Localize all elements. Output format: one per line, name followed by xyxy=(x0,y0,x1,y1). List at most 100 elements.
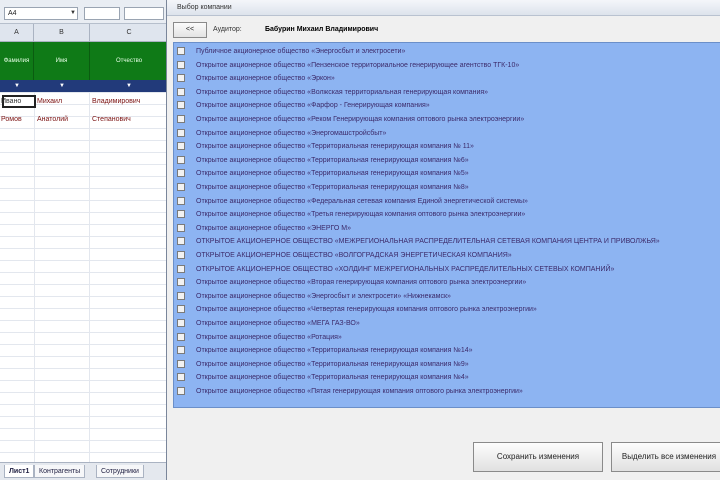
list-item[interactable]: Открытое акционерное общество «Территори… xyxy=(174,344,720,358)
checkbox[interactable] xyxy=(177,142,185,151)
company-name: Открытое акционерное общество «Реком Ген… xyxy=(196,116,525,123)
company-name: Открытое акционерное общество «Фарфор - … xyxy=(196,102,430,110)
formula-controls[interactable] xyxy=(84,7,120,20)
name-box-dropdown-icon[interactable]: ▼ xyxy=(68,7,78,20)
cell-b-row2[interactable]: Анатолий xyxy=(37,114,89,125)
name-box[interactable]: A4 xyxy=(4,7,78,20)
list-item[interactable]: Открытое акционерное общество «Эркон» xyxy=(174,72,720,86)
list-item[interactable]: Открытое акционерное общество «Ротация» xyxy=(174,331,720,345)
company-list[interactable]: Публичное акционерное общество «Энергосб… xyxy=(173,42,720,408)
list-item[interactable]: Открытое акционерное общество «ЭНЕРГО М» xyxy=(174,222,720,236)
company-selection-dialog: Выбор компании << Аудитор: Бабурин Михаи… xyxy=(166,0,720,480)
checkbox[interactable] xyxy=(177,332,185,341)
header-row: Фамилия Имя Отчество xyxy=(0,42,168,80)
list-item[interactable]: Открытое акционерное общество «Территори… xyxy=(174,358,720,372)
list-item[interactable]: Открытое акционерное общество «Волжская … xyxy=(174,86,720,100)
checkbox[interactable] xyxy=(177,101,185,110)
company-name: Открытое акционерное общество «Ротация» xyxy=(196,333,342,341)
checkbox[interactable] xyxy=(177,387,185,395)
checkbox[interactable] xyxy=(177,264,185,273)
filter-dropdown-icon[interactable]: ▼ xyxy=(0,80,34,92)
list-item[interactable]: Открытое акционерное общество «Территори… xyxy=(174,140,720,154)
list-item[interactable]: Открытое акционерное общество «Энергосбы… xyxy=(174,290,720,304)
checkbox[interactable] xyxy=(177,319,185,327)
company-name: Открытое акционерное общество «Территори… xyxy=(196,156,469,164)
company-name: Публичное акционерное общество «Энергосб… xyxy=(196,48,406,55)
checkbox[interactable] xyxy=(177,278,185,287)
list-item[interactable]: Открытое акционерное общество «Федеральн… xyxy=(174,195,720,209)
formula-bar: A4 ▼ xyxy=(0,0,168,24)
list-item[interactable]: Открытое акционерное общество «Третья ге… xyxy=(174,208,720,222)
list-item[interactable]: Публичное акционерное общество «Энергосб… xyxy=(174,45,720,59)
filter-dropdown-icon[interactable]: ▼ xyxy=(90,80,168,92)
checkbox[interactable] xyxy=(177,128,185,137)
cell-c-row1[interactable]: Владимирович xyxy=(92,96,166,107)
dialog-title-bar[interactable]: Выбор компании xyxy=(167,0,720,16)
checkbox[interactable] xyxy=(177,169,185,178)
cell-a-row1[interactable]: Ивано xyxy=(1,96,33,107)
list-item[interactable]: ОТКРЫТОЕ АКЦИОНЕРНОЕ ОБЩЕСТВО «ХОЛДИНГ М… xyxy=(174,263,720,277)
list-item[interactable]: Открытое акционерное общество «МЕГА ГАЗ-… xyxy=(174,317,720,331)
checkbox[interactable] xyxy=(177,359,185,368)
company-name: Открытое акционерное общество «ЭНЕРГО М» xyxy=(196,224,352,232)
checkbox[interactable] xyxy=(177,346,185,355)
list-item[interactable]: ОТКРЫТОЕ АКЦИОНЕРНОЕ ОБЩЕСТВО «МЕЖРЕГИОН… xyxy=(174,235,720,249)
list-item[interactable]: Открытое акционерное общество «Вторая ге… xyxy=(174,276,720,290)
filter-dropdown-icon[interactable]: ▼ xyxy=(34,80,90,92)
checkbox[interactable] xyxy=(177,47,185,55)
select-all-button[interactable]: Выделить все изменения xyxy=(611,442,720,472)
company-name: Открытое акционерное общество «Территори… xyxy=(196,143,474,151)
checkbox[interactable] xyxy=(177,155,185,164)
company-name: Открытое акционерное общество «Территори… xyxy=(196,360,469,368)
cell-c-row2[interactable]: Степанович xyxy=(92,114,166,125)
list-item[interactable]: Открытое акционерное общество «Территори… xyxy=(174,181,720,195)
company-name: Открытое акционерное общество «Пензенско… xyxy=(196,61,520,69)
checkbox[interactable] xyxy=(177,251,185,259)
list-item[interactable]: Открытое акционерное общество «Энергомаш… xyxy=(174,127,720,141)
list-item[interactable]: Открытое акционерное общество «Четвертая… xyxy=(174,303,720,317)
checkbox[interactable] xyxy=(177,115,185,123)
cell-b-row1[interactable]: Михаил xyxy=(37,96,89,107)
column-header-b[interactable]: B xyxy=(34,24,90,42)
dialog-title: Выбор компании xyxy=(177,4,232,11)
checkbox[interactable] xyxy=(177,237,185,246)
header-cell-name[interactable]: Имя xyxy=(34,42,90,80)
list-item[interactable]: Открытое акционерное общество «Территори… xyxy=(174,371,720,385)
list-item[interactable]: Открытое акционерное общество «Территори… xyxy=(174,167,720,181)
cell-grid[interactable] xyxy=(0,92,168,462)
sheet-tab-2[interactable]: Контрагенты xyxy=(34,465,86,478)
spreadsheet-panel: A4 ▼ A B C Фамилия Имя Отчество ▼ ▼ ▼ Ив… xyxy=(0,0,168,480)
header-cell-patronymic[interactable]: Отчество xyxy=(90,42,168,80)
checkbox[interactable] xyxy=(177,291,185,300)
column-header-a[interactable]: A xyxy=(0,24,34,42)
company-name: ОТКРЫТОЕ АКЦИОНЕРНОЕ ОБЩЕСТВО «МЕЖРЕГИОН… xyxy=(196,238,660,246)
list-item[interactable]: Открытое акционерное общество «Фарфор - … xyxy=(174,99,720,113)
checkbox[interactable] xyxy=(177,223,185,232)
checkbox[interactable] xyxy=(177,196,185,205)
list-item[interactable]: Открытое акционерное общество «Реком Ген… xyxy=(174,113,720,127)
sheet-tab-3[interactable]: Сотрудники xyxy=(96,465,144,478)
list-item[interactable]: Открытое акционерное общество «Пензенско… xyxy=(174,59,720,73)
header-cell-surname[interactable]: Фамилия xyxy=(0,42,34,80)
company-name: Открытое акционерное общество «Территори… xyxy=(196,374,469,382)
formula-input[interactable] xyxy=(124,7,164,20)
sheet-tabs: Лист1 Контрагенты Сотрудники xyxy=(0,462,168,480)
company-name: Открытое акционерное общество «Территори… xyxy=(196,170,469,178)
dialog-info-row: << Аудитор: Бабурин Михаил Владимирович xyxy=(167,16,720,42)
cell-a-row2[interactable]: Ромов xyxy=(1,114,33,125)
checkbox[interactable] xyxy=(177,210,185,219)
checkbox[interactable] xyxy=(177,373,185,382)
checkbox[interactable] xyxy=(177,183,185,191)
checkbox[interactable] xyxy=(177,305,185,314)
list-item[interactable]: ОТКРЫТОЕ АКЦИОНЕРНОЕ ОБЩЕСТВО «ВОЛГОГРАД… xyxy=(174,249,720,263)
save-button[interactable]: Сохранить изменения xyxy=(473,442,603,472)
company-name: Открытое акционерное общество «Территори… xyxy=(196,347,473,355)
list-item[interactable]: Открытое акционерное общество «Территори… xyxy=(174,154,720,168)
back-button[interactable]: << xyxy=(173,22,207,38)
list-item[interactable]: Открытое акционерное общество «Пятая ген… xyxy=(174,385,720,399)
checkbox[interactable] xyxy=(177,74,185,83)
column-header-c[interactable]: C xyxy=(90,24,168,42)
sheet-tab-1[interactable]: Лист1 xyxy=(4,465,35,478)
checkbox[interactable] xyxy=(177,60,185,69)
checkbox[interactable] xyxy=(177,87,185,96)
